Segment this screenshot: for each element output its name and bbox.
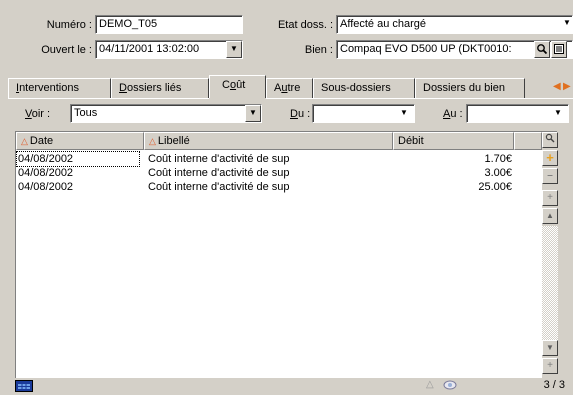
column-header-debit[interactable]: Débit bbox=[393, 132, 514, 150]
voir-label: Voir : bbox=[25, 108, 51, 120]
voir-dropdown-arrow-icon[interactable]: ▼ bbox=[245, 105, 261, 122]
cell-debit[interactable]: 1.70€ bbox=[436, 152, 512, 166]
numero-label: Numéro : bbox=[46, 19, 92, 31]
table-row[interactable]: 04/08/2002 Coût interne d'activité de su… bbox=[16, 180, 536, 194]
au-label: Au : bbox=[443, 108, 463, 120]
tab-cout[interactable]: Coût bbox=[209, 75, 266, 99]
record-counter: 3 / 3 bbox=[543, 379, 565, 391]
sort-indicator-icon: △ bbox=[149, 136, 156, 146]
bien-label: Bien : bbox=[304, 44, 333, 56]
column-header-empty bbox=[514, 132, 542, 150]
cell-date[interactable]: 04/08/2002 bbox=[18, 166, 73, 180]
magnifier-icon[interactable] bbox=[542, 132, 558, 148]
column-header-date[interactable]: △ Date bbox=[16, 132, 144, 150]
tab-dossiers-lies[interactable]: Dossiers liés bbox=[111, 78, 209, 98]
cell-libelle[interactable]: Coût interne d'activité de sup bbox=[148, 166, 290, 180]
cost-table[interactable]: △ Date △ Libellé Débit 04/08/2002 Coût int… bbox=[15, 131, 558, 378]
numero-field[interactable]: DEMO_T05 bbox=[95, 15, 243, 34]
add-icon[interactable]: + bbox=[542, 150, 558, 166]
etat-dropdown-arrow-icon[interactable]: ▼ bbox=[563, 18, 571, 27]
tab-interventions[interactable]: Interventions bbox=[8, 78, 111, 98]
tab-dossiers-du-bien[interactable]: Dossiers du bien bbox=[415, 78, 525, 98]
cell-libelle[interactable]: Coût interne d'activité de sup bbox=[148, 180, 290, 194]
sort-indicator-icon: △ bbox=[21, 136, 28, 146]
tab-autre[interactable]: Autre bbox=[266, 78, 313, 98]
etat-select[interactable]: Affecté au chargé bbox=[336, 15, 573, 34]
scroll-down-icon[interactable]: ▼ bbox=[542, 340, 558, 356]
scrollbar-track[interactable] bbox=[542, 226, 558, 340]
cell-date[interactable]: 04/08/2002 bbox=[16, 151, 140, 167]
refresh-icon[interactable] bbox=[442, 378, 458, 392]
ouvert-dropdown-arrow-icon[interactable]: ▼ bbox=[226, 41, 242, 58]
cell-debit[interactable]: 3.00€ bbox=[436, 166, 512, 180]
table-row[interactable]: 04/08/2002 Coût interne d'activité de su… bbox=[16, 151, 536, 167]
ouvert-field[interactable]: 04/11/2001 13:02:00 bbox=[95, 40, 243, 59]
expand-bottom-icon[interactable]: + bbox=[542, 358, 558, 374]
tab-sous-dossiers[interactable]: Sous-dossiers bbox=[313, 78, 415, 98]
table-row[interactable]: 04/08/2002 Coût interne d'activité de su… bbox=[16, 166, 536, 180]
expand-icon[interactable]: + bbox=[542, 190, 558, 206]
etat-label: Etat doss. : bbox=[277, 19, 333, 31]
scroll-up-icon[interactable]: ▲ bbox=[542, 208, 558, 224]
au-dropdown-arrow-icon[interactable]: ▼ bbox=[554, 108, 562, 117]
tab-scroll-left-icon[interactable]: ◀ bbox=[553, 81, 561, 92]
voir-select[interactable]: Tous bbox=[70, 104, 262, 123]
tab-scroll-right-icon[interactable]: ▶ bbox=[563, 81, 571, 92]
search-icon[interactable] bbox=[534, 41, 550, 58]
ouvert-label: Ouvert le : bbox=[41, 44, 92, 56]
cell-debit[interactable]: 25.00€ bbox=[436, 180, 512, 194]
status-bar: △ 3 / 3 bbox=[15, 378, 573, 395]
cell-date[interactable]: 04/08/2002 bbox=[18, 180, 73, 194]
du-dropdown-arrow-icon[interactable]: ▼ bbox=[400, 108, 408, 117]
column-header-libelle[interactable]: △ Libellé bbox=[144, 132, 393, 150]
grid-menu-icon[interactable] bbox=[15, 380, 33, 392]
du-label: Du : bbox=[290, 108, 311, 120]
side-button-strip: + – + ▲ ▼ + bbox=[542, 132, 558, 378]
tab-divider bbox=[8, 98, 573, 99]
warning-icon: △ bbox=[426, 379, 434, 390]
cell-libelle[interactable]: Coût interne d'activité de sup bbox=[148, 152, 290, 166]
details-icon[interactable] bbox=[551, 41, 567, 58]
remove-icon[interactable]: – bbox=[542, 168, 558, 184]
